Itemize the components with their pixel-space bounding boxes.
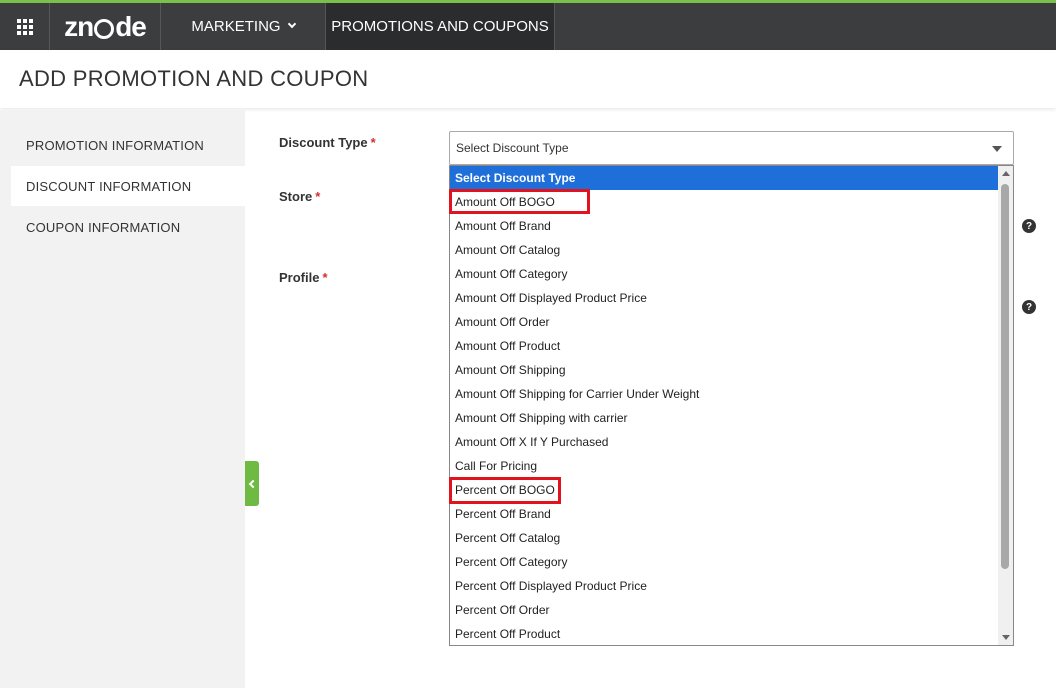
- scrollbar-thumb[interactable]: [1001, 184, 1009, 569]
- sidebar-item-discount-information[interactable]: DISCOUNT INFORMATION: [11, 166, 245, 206]
- option-percent-off-category[interactable]: Percent Off Category: [450, 550, 998, 574]
- highlight-box-amount-off-bogo: [449, 189, 590, 214]
- required-marker: *: [370, 135, 376, 150]
- option-amount-off-order[interactable]: Amount Off Order: [450, 310, 998, 334]
- sidebar-item-label: PROMOTION INFORMATION: [26, 137, 205, 153]
- nav-promotions-label: PROMOTIONS AND COUPONS: [331, 18, 549, 35]
- option-percent-off-order[interactable]: Percent Off Order: [450, 598, 998, 622]
- profile-label: Profile *: [279, 270, 328, 285]
- discount-type-select[interactable]: Select Discount Type: [449, 131, 1014, 165]
- help-icon[interactable]: ?: [1022, 300, 1036, 314]
- apps-grid-icon: [16, 18, 33, 35]
- apps-grid-button[interactable]: [0, 3, 50, 50]
- option-amount-off-product[interactable]: Amount Off Product: [450, 334, 998, 358]
- sidebar: PROMOTION INFORMATION DISCOUNT INFORMATI…: [0, 110, 245, 688]
- chevron-down-icon: [287, 19, 296, 28]
- nav-marketing-menu[interactable]: MARKETING: [161, 3, 326, 50]
- page-header: ADD PROMOTION AND COUPON: [0, 50, 1056, 108]
- dropdown-scrollbar[interactable]: [998, 166, 1013, 645]
- chevron-left-icon: [248, 479, 258, 488]
- nav-promotions-tab[interactable]: PROMOTIONS AND COUPONS: [326, 3, 555, 50]
- page-title: ADD PROMOTION AND COUPON: [19, 66, 369, 91]
- discount-type-value: Select Discount Type: [456, 141, 569, 155]
- option-select-discount-type[interactable]: Select Discount Type: [450, 166, 998, 190]
- option-percent-off-catalog[interactable]: Percent Off Catalog: [450, 526, 998, 550]
- required-marker: *: [322, 270, 328, 285]
- option-amount-off-shipping-carrier-under-weight[interactable]: Amount Off Shipping for Carrier Under We…: [450, 382, 998, 406]
- nav-marketing-label: MARKETING: [191, 18, 281, 35]
- sidebar-item-coupon-information[interactable]: COUPON INFORMATION: [11, 207, 245, 247]
- option-percent-off-brand[interactable]: Percent Off Brand: [450, 502, 998, 526]
- option-amount-off-catalog[interactable]: Amount Off Catalog: [450, 238, 998, 262]
- option-amount-off-displayed-product-price[interactable]: Amount Off Displayed Product Price: [450, 286, 998, 310]
- scroll-up-arrow-icon[interactable]: [1002, 171, 1010, 176]
- sidebar-item-label: COUPON INFORMATION: [26, 219, 181, 235]
- option-amount-off-category[interactable]: Amount Off Category: [450, 262, 998, 286]
- option-percent-off-displayed-product-price[interactable]: Percent Off Displayed Product Price: [450, 574, 998, 598]
- help-icon[interactable]: ?: [1022, 219, 1036, 233]
- option-amount-off-brand[interactable]: Amount Off Brand: [450, 214, 998, 238]
- required-marker: *: [315, 189, 321, 204]
- sidebar-collapse-button[interactable]: [245, 461, 259, 506]
- sidebar-item-promotion-information[interactable]: PROMOTION INFORMATION: [11, 125, 245, 165]
- option-call-for-pricing[interactable]: Call For Pricing: [450, 454, 998, 478]
- caret-down-icon: [992, 146, 1002, 152]
- option-amount-off-x-if-y-purchased[interactable]: Amount Off X If Y Purchased: [450, 430, 998, 454]
- discount-type-label: Discount Type *: [279, 135, 376, 150]
- store-label: Store *: [279, 189, 321, 204]
- option-amount-off-shipping-with-carrier[interactable]: Amount Off Shipping with carrier: [450, 406, 998, 430]
- sidebar-item-label: DISCOUNT INFORMATION: [26, 178, 192, 194]
- option-percent-off-product[interactable]: Percent Off Product: [450, 622, 998, 645]
- discount-type-dropdown-list[interactable]: Select Discount Type Amount Off BOGO Amo…: [449, 165, 1014, 646]
- znode-logo[interactable]: zn de: [50, 3, 161, 50]
- top-navbar: zn de MARKETING PROMOTIONS AND COUPONS: [0, 0, 1056, 50]
- option-amount-off-shipping[interactable]: Amount Off Shipping: [450, 358, 998, 382]
- highlight-box-percent-off-bogo: [449, 477, 561, 504]
- scroll-down-arrow-icon[interactable]: [1002, 635, 1010, 640]
